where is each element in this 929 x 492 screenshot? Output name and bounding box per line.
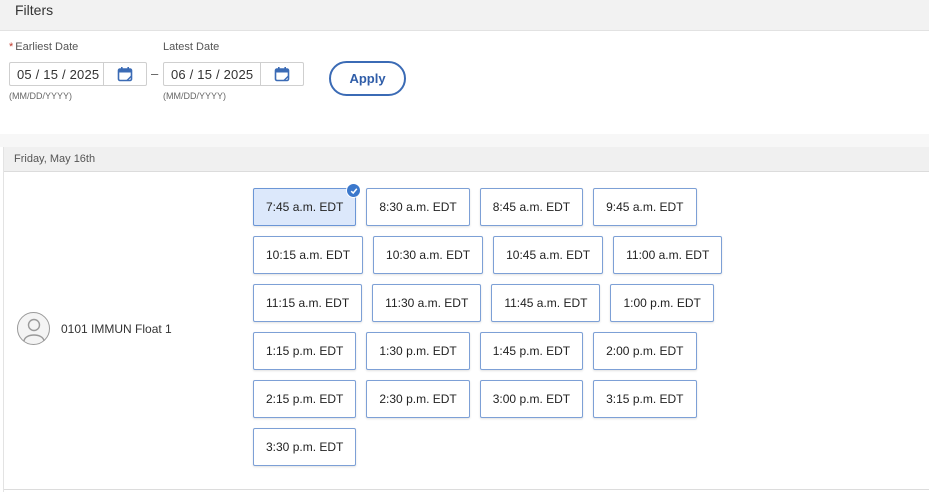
- time-slot-grid: 7:45 a.m. EDT 8:30 a.m. EDT 8:45 a.m. EDT 9…: [253, 183, 732, 476]
- earliest-date-label-text: Earliest Date: [15, 41, 79, 53]
- time-slot-button[interactable]: 11:30 a.m. EDT: [372, 284, 482, 322]
- time-slot-button[interactable]: 2:30 p.m. EDT: [366, 380, 470, 418]
- time-slot-button[interactable]: 10:30 a.m. EDT: [373, 236, 484, 274]
- required-marker: *: [9, 41, 14, 53]
- latest-date-field[interactable]: 06 / 15 / 2025: [163, 62, 304, 86]
- provider-info: 0101 IMMUN Float 1: [17, 312, 172, 345]
- earliest-date-picker-button[interactable]: [103, 63, 146, 85]
- time-slot-button[interactable]: 3:30 p.m. EDT: [253, 428, 357, 466]
- time-slot-row: 1:15 p.m. EDT 1:30 p.m. EDT 1:45 p.m. EDT 2…: [253, 332, 732, 372]
- time-slot-row: 11:15 a.m. EDT 11:30 a.m. EDT 11:45 a.m. E…: [253, 284, 732, 324]
- time-slot-button[interactable]: 11:15 a.m. EDT: [253, 284, 363, 322]
- time-slot-button[interactable]: 1:15 p.m. EDT: [253, 332, 357, 370]
- day-header-label: Friday, May 16th: [14, 153, 96, 165]
- earliest-date-format-hint: (MM/DD/YYYY): [9, 91, 72, 101]
- day-header: Friday, May 16th: [4, 147, 929, 172]
- section-divider: [0, 134, 929, 147]
- time-slot-row: 10:15 a.m. EDT 10:30 a.m. EDT 10:45 a.m. E…: [253, 236, 732, 276]
- selected-check-icon: [346, 183, 362, 198]
- time-slot-row: 2:15 p.m. EDT 2:30 p.m. EDT 3:00 p.m. EDT 3…: [253, 380, 732, 420]
- provider-name: 0101 IMMUN Float 1: [61, 321, 172, 336]
- time-slot-button[interactable]: 8:30 a.m. EDT: [366, 188, 470, 226]
- time-slot-button[interactable]: 11:00 a.m. EDT: [613, 236, 723, 274]
- time-slot-button[interactable]: 1:00 p.m. EDT: [610, 284, 714, 322]
- time-slot-button[interactable]: 8:45 a.m. EDT: [479, 188, 584, 226]
- filters-title: Filters: [15, 2, 54, 18]
- latest-date-picker-button[interactable]: [260, 63, 303, 85]
- time-slot-button[interactable]: 9:45 a.m. EDT: [593, 188, 697, 226]
- time-slot-button[interactable]: 2:15 p.m. EDT: [253, 380, 357, 418]
- apply-button[interactable]: Apply: [329, 61, 406, 96]
- earliest-date-value[interactable]: 05 / 15 / 2025: [17, 67, 99, 82]
- time-slot-button[interactable]: 11:45 a.m. EDT: [491, 284, 601, 322]
- filters-bar: Filters: [0, 0, 929, 31]
- user-avatar-icon: [17, 312, 50, 345]
- calendar-icon: [274, 67, 290, 82]
- latest-date-format-hint: (MM/DD/YYYY): [163, 91, 226, 101]
- time-slot-button[interactable]: 10:45 a.m. EDT: [493, 236, 604, 274]
- divider: [3, 147, 4, 492]
- time-slot-button[interactable]: 2:00 p.m. EDT: [593, 332, 697, 370]
- calendar-icon: [117, 67, 133, 82]
- divider: [4, 489, 929, 490]
- time-slot-row: 7:45 a.m. EDT 8:30 a.m. EDT 8:45 a.m. EDT 9…: [253, 183, 732, 228]
- time-slot-button[interactable]: 1:30 p.m. EDT: [366, 332, 470, 370]
- date-range-separator: –: [151, 66, 159, 81]
- time-slot-button[interactable]: 10:15 a.m. EDT: [253, 236, 364, 274]
- time-slot-row: 3:30 p.m. EDT: [253, 428, 732, 468]
- latest-date-value[interactable]: 06 / 15 / 2025: [171, 67, 253, 82]
- time-slot-button[interactable]: 3:00 p.m. EDT: [479, 380, 584, 418]
- earliest-date-field[interactable]: 05 / 15 / 2025: [9, 62, 147, 86]
- time-slot-button[interactable]: 1:45 p.m. EDT: [479, 332, 584, 370]
- time-slot-button[interactable]: 3:15 p.m. EDT: [593, 380, 697, 418]
- time-slot-button[interactable]: 7:45 a.m. EDT: [253, 183, 362, 226]
- latest-date-label: Latest Date: [163, 41, 220, 53]
- earliest-date-label: * Earliest Date: [9, 41, 78, 53]
